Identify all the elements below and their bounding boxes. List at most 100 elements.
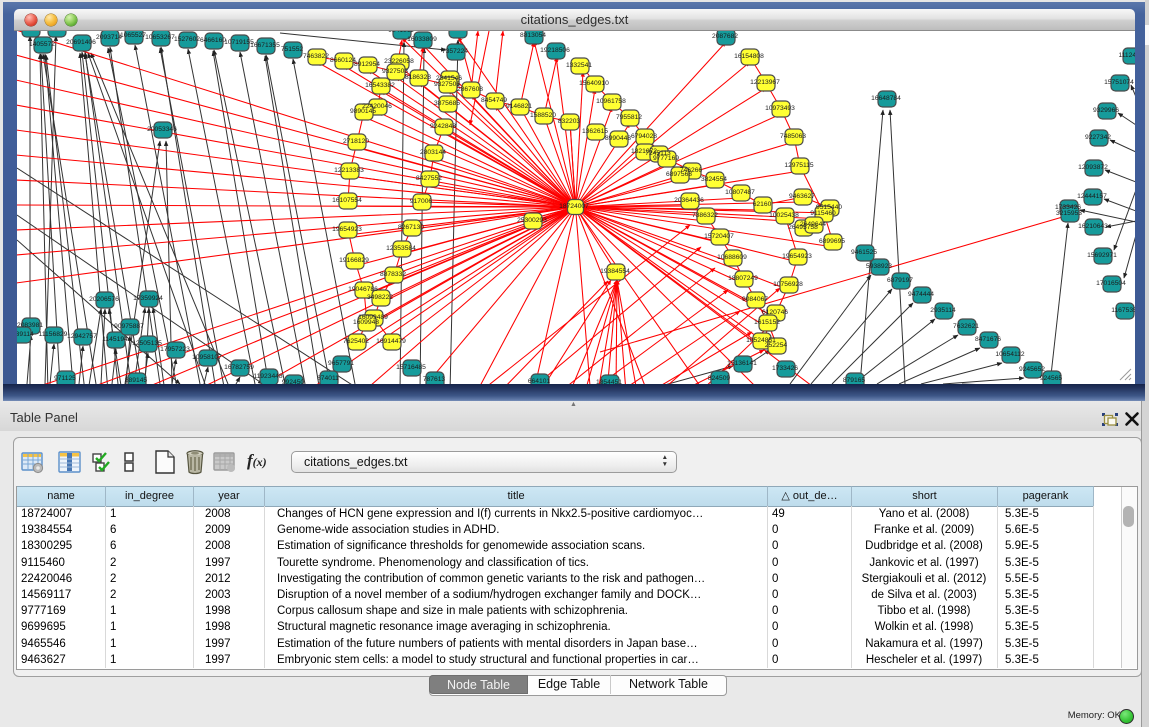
svg-text:8878332: 8878332 [380,271,406,278]
svg-text:7632621: 7632621 [953,323,979,330]
svg-text:2718120: 2718120 [343,138,369,145]
svg-text:8990448: 8990448 [605,135,631,142]
svg-text:9461525: 9461525 [851,249,877,256]
svg-text:2087682: 2087682 [712,33,738,40]
svg-text:1145194: 1145194 [102,336,128,343]
svg-text:874011: 874011 [317,375,339,382]
svg-text:16543382: 16543382 [365,82,395,89]
svg-text:20691406: 20691406 [66,39,96,46]
svg-text:7386322: 7386322 [692,212,718,219]
svg-text:15751074: 15751074 [1104,79,1134,86]
svg-text:2803144: 2803144 [420,149,446,156]
svg-text:3498222: 3498222 [367,294,393,301]
svg-text:10807487: 10807487 [725,189,755,196]
svg-text:90975887: 90975887 [114,323,144,330]
svg-text:6897568: 6897568 [666,171,692,178]
svg-text:1588520: 1588520 [530,112,556,119]
svg-text:2649644: 2649644 [800,221,826,228]
svg-text:1112495: 1112495 [1118,52,1135,59]
svg-text:12213383: 12213383 [334,167,364,174]
svg-text:7955812: 7955812 [616,114,642,121]
svg-text:16914479: 16914479 [376,338,406,345]
svg-text:16648784: 16648784 [871,95,901,102]
svg-text:17957223: 17957223 [160,346,190,353]
svg-text:15692971: 15692971 [1087,252,1117,259]
svg-text:9084067: 9084067 [742,296,768,303]
svg-text:252254: 252254 [765,342,788,349]
svg-text:9777169: 9777169 [653,155,679,162]
svg-text:8660124: 8660124 [330,57,356,64]
svg-text:16782759: 16782759 [224,364,254,371]
svg-text:9329966: 9329966 [1093,107,1119,114]
svg-text:751552: 751552 [281,46,304,53]
svg-text:16154808: 16154808 [734,53,764,60]
svg-text:1332541: 1332541 [566,62,592,69]
svg-text:9146821: 9146821 [506,103,532,110]
svg-text:17359924: 17359924 [133,295,163,302]
svg-text:824509: 824509 [708,375,731,382]
svg-text:12444157: 12444157 [1077,193,1107,200]
svg-text:6899695: 6899695 [819,238,845,245]
svg-text:18724007: 18724007 [559,203,589,210]
svg-text:1065527: 1065527 [120,32,146,39]
svg-text:917006: 917006 [410,198,433,205]
svg-text:1609948: 1609948 [353,319,379,326]
svg-text:9474444: 9474444 [908,291,934,298]
svg-text:8912954: 8912954 [354,61,380,68]
svg-text:1854451: 1854451 [596,379,622,384]
svg-text:1939114: 1939114 [17,331,34,338]
svg-text:18807249: 18807249 [728,275,758,282]
svg-text:16210643: 16210643 [1078,223,1108,230]
svg-text:6120746: 6120746 [762,309,788,316]
svg-text:2935114: 2935114 [930,307,956,314]
svg-text:16107554: 16107554 [332,197,362,204]
svg-text:19654923: 19654923 [332,226,362,233]
svg-text:15716485: 15716485 [396,364,426,371]
svg-text:12942757: 12942757 [67,333,97,340]
svg-text:19654923: 19654923 [782,253,812,260]
svg-text:2089146: 2089146 [43,31,69,32]
svg-text:7485063: 7485063 [780,133,806,140]
svg-text:12093872: 12093872 [1078,164,1108,171]
svg-text:8267130: 8267130 [398,224,424,231]
svg-text:12213967: 12213967 [750,79,780,86]
svg-text:6879197: 6879197 [887,277,913,284]
svg-text:8132941: 8132941 [444,31,470,33]
svg-text:9227342: 9227342 [1085,134,1111,141]
svg-text:1740557: 1740557 [17,31,43,32]
svg-text:9245652: 9245652 [1019,366,1045,373]
svg-text:924565: 924565 [1040,375,1063,382]
svg-text:12975115: 12975115 [784,162,814,169]
svg-text:3875685: 3875685 [434,100,460,107]
svg-text:879165: 879165 [843,377,866,384]
svg-text:10756928: 10756928 [773,281,803,288]
svg-text:9115460: 9115460 [810,210,836,217]
svg-text:8427552: 8427552 [416,175,442,182]
svg-text:16033809: 16033809 [407,36,437,43]
svg-text:7625402: 7625402 [343,338,369,345]
svg-text:1733426: 1733426 [772,365,798,372]
svg-text:1527602: 1527602 [174,36,200,43]
svg-text:19046786: 19046786 [348,286,378,293]
svg-text:1167535: 1167535 [1111,307,1135,314]
svg-text:20053346: 20053346 [147,126,177,133]
svg-text:19384554: 19384554 [600,268,630,275]
svg-text:8471676: 8471676 [975,336,1001,343]
svg-text:1362615: 1362615 [582,128,608,135]
svg-text:5938923: 5938923 [866,263,892,270]
svg-text:20364436: 20364436 [674,197,704,204]
svg-text:2867608: 2867608 [457,86,483,93]
svg-text:10654112: 10654112 [995,351,1025,358]
svg-text:62160: 62160 [753,201,772,208]
svg-text:15720407: 15720407 [704,233,734,240]
svg-text:19218506: 19218506 [540,47,570,54]
svg-text:9463627: 9463627 [789,193,815,200]
svg-text:10653267: 10653267 [145,34,175,41]
svg-text:16671355: 16671355 [250,42,280,49]
svg-text:20206576: 20206576 [89,296,119,303]
svg-text:19166829: 19166829 [339,257,369,264]
svg-text:992450: 992450 [282,379,305,384]
svg-text:6794028: 6794028 [631,133,657,140]
svg-text:10025438: 10025438 [769,212,799,219]
svg-text:6466160: 6466160 [200,37,226,44]
